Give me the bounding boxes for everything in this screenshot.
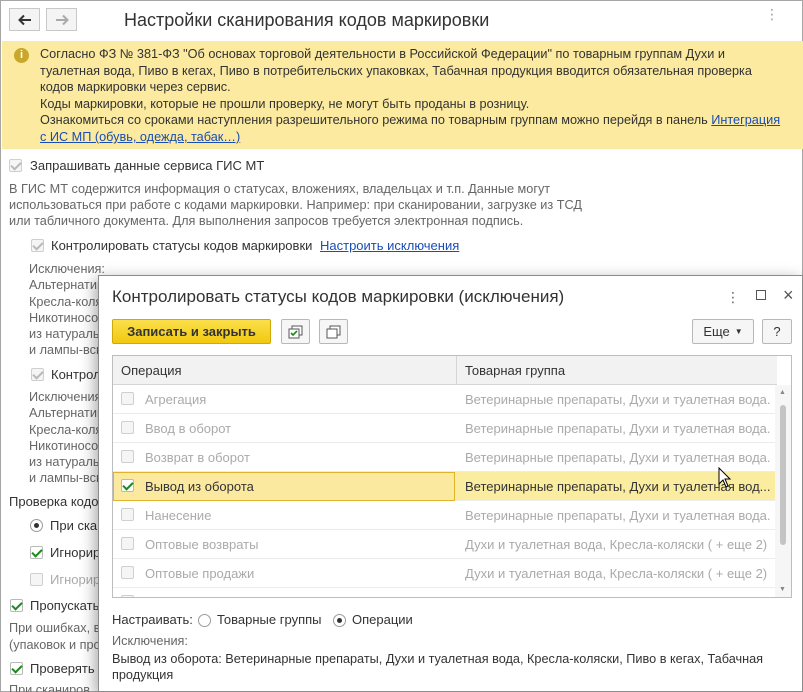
control-checkbox-2[interactable]	[31, 368, 44, 381]
table-row[interactable]: Ввод в оборот Ветеринарные препараты, Ду…	[113, 414, 777, 443]
page-title: Настройки сканирования кодов маркировки	[124, 10, 490, 30]
back-button[interactable]	[9, 8, 40, 31]
scan-partial-text: При сканиров	[9, 683, 90, 692]
row-operation: Нанесение	[145, 508, 212, 523]
skip-checkbox[interactable]	[10, 599, 23, 612]
exceptions-block-2: Исключения Альтернатив Кресла-коляс Нико…	[29, 390, 109, 486]
warning-banner: i Согласно ФЗ № 381-ФЗ "Об основах торго…	[2, 41, 803, 149]
table-header: Операция Товарная группа	[113, 356, 777, 385]
row-checkbox[interactable]	[121, 392, 134, 405]
configure-label: Настраивать:	[112, 612, 193, 627]
exceptions-summary: Вывод из оборота: Ветеринарные препараты…	[112, 652, 764, 682]
ignore-checkbox-1[interactable]	[30, 546, 43, 559]
scroll-down-icon[interactable]: ▼	[779, 586, 786, 593]
radio-operations[interactable]	[333, 614, 346, 627]
dialog-title: Контролировать статусы кодов маркировки …	[112, 287, 565, 306]
exceptions-block-1: Исключения: Альтернатив Кресла-коляс Ник…	[29, 262, 109, 358]
table-row[interactable]: Нанесение Ветеринарные препараты, Духи и…	[113, 501, 777, 530]
row-group: Ветеринарные препараты, Духи и туалетная…	[465, 450, 770, 465]
uncheck-all-button[interactable]	[319, 319, 348, 344]
row-group: Ветеринарные препараты, Духи и туалетная…	[465, 508, 770, 523]
row-group: Ветеринарные препараты, Духи и туалетная…	[465, 392, 770, 407]
more-button[interactable]: Еще ▼	[692, 319, 754, 344]
ignore-checkbox-2[interactable]	[30, 573, 43, 586]
row-operation: Оптовые продажи	[145, 566, 255, 581]
info-icon: i	[14, 48, 29, 63]
row-operation: Возврат в оборот	[145, 450, 250, 465]
row-group: Духи и туалетная вода, Кресла-коляски ( …	[465, 537, 768, 552]
row-checkbox[interactable]	[121, 450, 134, 463]
row-checkbox[interactable]	[121, 508, 134, 521]
row-checkbox[interactable]	[121, 537, 134, 550]
control-status-label: Контролировать статусы кодов маркировки	[51, 238, 313, 253]
vertical-scrollbar[interactable]: ▲ ▼	[775, 385, 791, 597]
check-label: Проверять а	[30, 661, 106, 676]
radio-product-groups-label: Товарные группы	[217, 612, 322, 627]
control-status-checkbox[interactable]	[31, 239, 44, 252]
arrow-left-icon	[17, 14, 31, 25]
skip-label: Пропускать	[30, 598, 100, 613]
radio-product-groups[interactable]	[198, 614, 211, 627]
row-checkbox[interactable]	[121, 479, 134, 492]
col-operation[interactable]: Операция	[121, 363, 182, 378]
table-row[interactable]: Агрегация Ветеринарные препараты, Духи и…	[113, 385, 777, 414]
forward-button[interactable]	[46, 8, 77, 31]
row-checkbox[interactable]	[121, 421, 134, 434]
exceptions-dialog: Контролировать статусы кодов маркировки …	[98, 275, 803, 692]
save-close-button[interactable]: Записать и закрыть	[112, 319, 271, 344]
more-vert-icon[interactable]: ⋮	[765, 7, 779, 21]
maximize-icon[interactable]	[756, 290, 766, 300]
uncheck-all-icon	[326, 325, 341, 339]
row-group: Духи и туалетная вода, Кресла-коляски ( …	[465, 566, 768, 581]
table-row[interactable]: Оптовые возвраты Духи и туалетная вода, …	[113, 530, 777, 559]
cursor-icon	[718, 467, 732, 488]
row-group: Д	[465, 595, 770, 597]
dialog-more-icon[interactable]: ⋮	[726, 289, 740, 306]
row-operation: Вывод из оборота	[145, 479, 254, 494]
integration-link-cont[interactable]: с ИС МП (обувь, одежда, табак…)	[40, 130, 240, 144]
ignore-label-1: Игнорир	[50, 545, 101, 560]
row-operation: П	[145, 595, 154, 597]
chevron-down-icon: ▼	[734, 327, 743, 336]
verify-codes-heading: Проверка кодо	[9, 494, 99, 509]
close-icon[interactable]: ×	[783, 285, 794, 306]
skip-description: При ошибках, в (упаковок и про	[9, 621, 101, 652]
exceptions-table: Операция Товарная группа Агрегация Ветер…	[112, 355, 792, 598]
check-checkbox[interactable]	[10, 662, 23, 675]
row-checkbox[interactable]	[121, 566, 134, 579]
radio-scan-label: При скан	[50, 518, 105, 533]
table-row[interactable]: П Д	[113, 588, 777, 597]
scroll-thumb[interactable]	[780, 405, 786, 545]
gis-checkbox-label: Запрашивать данные сервиса ГИС МТ	[30, 158, 265, 173]
ignore-label-2: Игнорир	[50, 572, 101, 587]
configure-exceptions-link[interactable]: Настроить исключения	[320, 238, 459, 253]
row-checkbox[interactable]	[121, 595, 134, 597]
help-button[interactable]: ?	[762, 319, 792, 344]
warning-text: Согласно ФЗ № 381-ФЗ "Об основах торгово…	[40, 47, 781, 144]
scroll-up-icon[interactable]: ▲	[779, 389, 786, 396]
table-row[interactable]: Возврат в оборот Ветеринарные препараты,…	[113, 443, 777, 472]
row-group: Ветеринарные препараты, Духи и туалетная…	[465, 421, 770, 436]
check-all-button[interactable]	[281, 319, 310, 344]
radio-scan[interactable]	[30, 519, 43, 532]
control-label-2: Контрол	[51, 367, 101, 382]
gis-checkbox[interactable]	[9, 159, 22, 172]
exceptions-title: Исключения:	[112, 634, 188, 648]
row-operation: Оптовые возвраты	[145, 537, 259, 552]
table-row-selected[interactable]: Вывод из оборота Ветеринарные препараты,…	[113, 472, 777, 501]
col-group[interactable]: Товарная группа	[465, 363, 565, 378]
table-row[interactable]: Оптовые продажи Духи и туалетная вода, К…	[113, 559, 777, 588]
row-operation: Ввод в оборот	[145, 421, 232, 436]
radio-operations-label: Операции	[352, 612, 413, 627]
gis-description: В ГИС МТ содержится информация о статуса…	[9, 182, 582, 228]
check-all-icon	[288, 325, 303, 339]
arrow-right-icon	[55, 14, 69, 25]
row-operation: Агрегация	[145, 392, 207, 407]
integration-link[interactable]: Интеграция	[711, 113, 780, 127]
